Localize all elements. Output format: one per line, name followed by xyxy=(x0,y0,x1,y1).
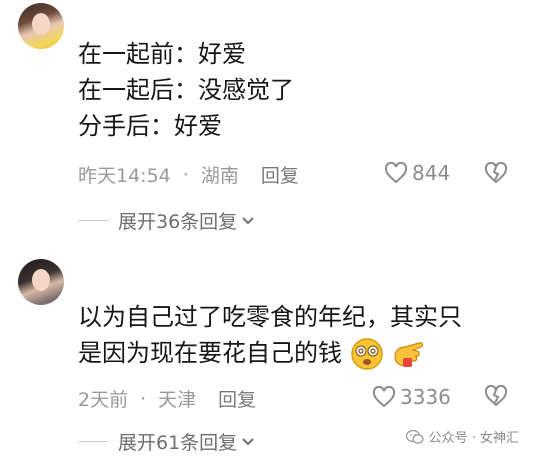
avatar[interactable] xyxy=(18,259,64,305)
comment-location: 天津 xyxy=(158,389,197,411)
like-button[interactable]: 3336 xyxy=(372,385,451,409)
comment-text: 在一起前：好爱 在一起后：没感觉了 分手后：好爱 xyxy=(78,36,294,144)
heart-icon xyxy=(372,386,396,408)
chevron-down-icon xyxy=(242,437,254,445)
comment-line: 是因为现在要花自己的钱 xyxy=(78,339,342,367)
comment-time: 2天前 xyxy=(78,389,129,411)
comment-line: 在一起后：没感觉了 xyxy=(78,76,294,104)
expand-replies-label: 展开36条回复 xyxy=(118,211,238,233)
dislike-heart-icon[interactable] xyxy=(483,161,509,185)
watermark-text: 公众号 · 女神汇 xyxy=(428,431,519,446)
like-count: 3336 xyxy=(400,385,451,409)
comment-line: 分手后：好爱 xyxy=(78,112,222,140)
expand-replies-button[interactable]: 展开61条回复 xyxy=(78,428,255,455)
comment-text: 以为自己过了吃零食的年纪，其实只 是因为现在要花自己的钱 xyxy=(78,299,462,371)
reply-button[interactable]: 回复 xyxy=(261,161,299,188)
like-count: 844 xyxy=(412,161,451,185)
avatar[interactable] xyxy=(18,3,64,49)
heart-icon xyxy=(384,162,408,184)
meta-separator: · xyxy=(182,163,189,186)
comment-meta: 2天前 · 天津 回复 xyxy=(78,385,256,412)
comment-time: 昨天14:54 xyxy=(78,165,171,187)
reply-button[interactable]: 回复 xyxy=(218,385,256,412)
comment-line: 在一起前：好爱 xyxy=(78,40,246,68)
comment-line: 以为自己过了吃零食的年纪，其实只 xyxy=(78,303,462,331)
dizzy-face-emoji xyxy=(350,338,383,370)
chevron-down-icon xyxy=(242,216,254,224)
meta-separator: · xyxy=(140,387,147,410)
expand-replies-label: 展开61条回复 xyxy=(118,432,238,454)
wechat-icon xyxy=(405,429,424,444)
comment-location: 湖南 xyxy=(200,165,239,187)
watermark: 公众号 · 女神汇 xyxy=(405,427,519,446)
expand-replies-button[interactable]: 展开36条回复 xyxy=(78,207,255,234)
like-button[interactable]: 844 xyxy=(384,161,450,185)
divider xyxy=(78,441,108,442)
dislike-heart-icon[interactable] xyxy=(483,384,509,408)
pointing-hand-emoji xyxy=(394,342,424,367)
comment-meta: 昨天14:54 · 湖南 回复 xyxy=(78,161,299,188)
comment-line-with-emoji: 是因为现在要花自己的钱 xyxy=(78,335,462,371)
divider xyxy=(78,220,108,221)
